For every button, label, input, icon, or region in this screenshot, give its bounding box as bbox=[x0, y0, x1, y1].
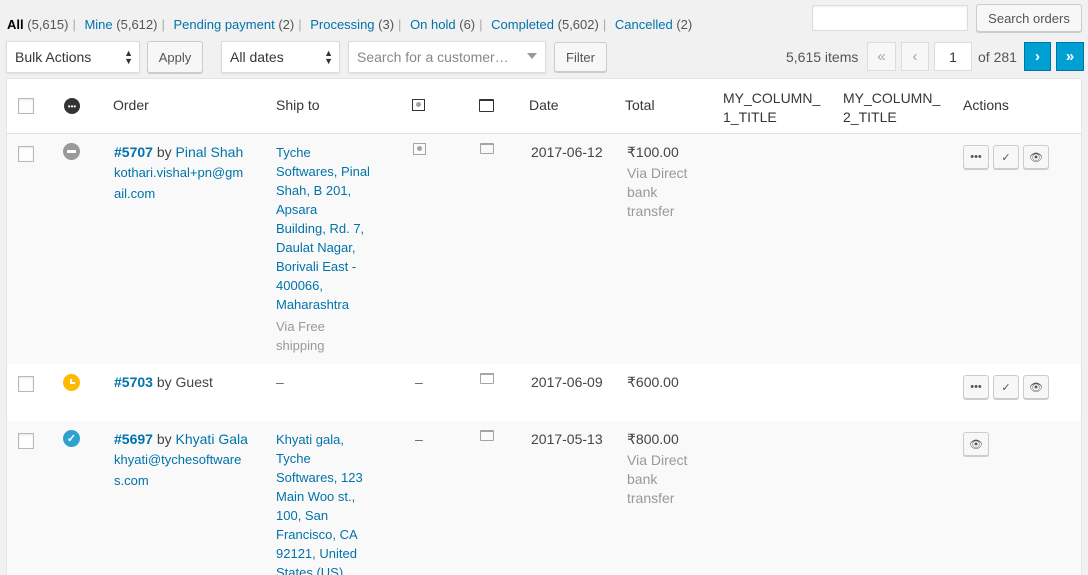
order-total: ₹600.00 bbox=[627, 374, 679, 390]
row-checkbox[interactable] bbox=[18, 376, 34, 392]
complete-action-button[interactable]: ✓ bbox=[993, 145, 1019, 169]
view-action-button[interactable]: 👁 bbox=[963, 432, 989, 456]
complete-action-button[interactable]: ✓ bbox=[993, 375, 1019, 399]
select-all-checkbox[interactable] bbox=[18, 98, 34, 114]
status-link-cancelled[interactable]: Cancelled (2) bbox=[615, 17, 692, 32]
customer-search-select[interactable]: Search for a customer… bbox=[348, 41, 546, 73]
processing-action-button[interactable]: ••• bbox=[963, 375, 989, 399]
status-link-mine[interactable]: Mine (5,612) bbox=[84, 17, 157, 32]
first-page-button[interactable]: « bbox=[867, 42, 896, 71]
order-link[interactable]: #5707 bbox=[114, 144, 153, 160]
ship-to-empty: – bbox=[276, 374, 284, 390]
status-column-icon: ••• bbox=[64, 98, 80, 114]
completed-status-icon: ✓ bbox=[63, 430, 80, 447]
table-row: #5707 by Pinal Shah kothari.vishal+pn@gm… bbox=[7, 134, 1081, 364]
column-order[interactable]: Order bbox=[113, 97, 149, 113]
status-link-on-hold[interactable]: On hold (6) bbox=[410, 17, 475, 32]
column-ship-to: Ship to bbox=[276, 97, 320, 113]
next-page-button[interactable]: › bbox=[1024, 42, 1051, 71]
prev-page-button[interactable]: ‹ bbox=[901, 42, 929, 71]
shipping-address-icon bbox=[480, 143, 494, 154]
search-orders-button[interactable]: Search orders bbox=[976, 4, 1082, 32]
shipping-column-icon bbox=[479, 99, 494, 112]
dates-value: All dates bbox=[230, 49, 284, 65]
shipping-address-icon bbox=[480, 430, 494, 441]
select-arrows-icon: ▲ ▼ bbox=[124, 48, 133, 66]
status-link-completed[interactable]: Completed (5,602) bbox=[491, 17, 599, 32]
order-date: 2017-05-13 bbox=[531, 431, 603, 447]
status-filter-links: All (5,615) | Mine (5,612) | Pending payme… bbox=[7, 17, 693, 32]
row-checkbox[interactable] bbox=[18, 146, 34, 162]
table-header: ••• Order Ship to Date Total MY_COLUMN_ 1… bbox=[7, 79, 1081, 134]
filter-button[interactable]: Filter bbox=[554, 42, 607, 72]
order-by-label: by bbox=[156, 144, 172, 160]
status-link-processing[interactable]: Processing (3) bbox=[310, 17, 394, 32]
processing-action-button[interactable]: ••• bbox=[963, 145, 989, 169]
table-row: #5703 by Guest – – 2017-06-09 ₹600.00 ••… bbox=[7, 364, 1081, 421]
table-row: ✓ #5697 by Khyati Gala khyati@tychesoftw… bbox=[7, 421, 1081, 575]
order-date: 2017-06-12 bbox=[531, 144, 603, 160]
payment-method: Via Direct bank transfer bbox=[627, 165, 688, 219]
column-total[interactable]: Total bbox=[625, 97, 655, 113]
bulk-actions-select[interactable]: Bulk Actions ▲ ▼ bbox=[6, 41, 140, 73]
current-page-input[interactable]: 1 bbox=[934, 42, 972, 71]
ship-to-address-link[interactable]: Khyati gala, Tyche Softwares, 123 Main W… bbox=[276, 432, 363, 575]
bulk-actions-value: Bulk Actions bbox=[15, 49, 92, 65]
orders-table: ••• Order Ship to Date Total MY_COLUMN_ 1… bbox=[6, 78, 1082, 575]
billing-address-icon bbox=[413, 143, 426, 155]
search-orders-input[interactable] bbox=[812, 5, 968, 31]
customer-link[interactable]: Khyati Gala bbox=[176, 431, 248, 447]
caret-down-icon bbox=[527, 53, 537, 59]
column-my-column-1: MY_COLUMN_ 1_TITLE bbox=[723, 90, 821, 125]
apply-button[interactable]: Apply bbox=[147, 41, 203, 73]
shipping-address-icon bbox=[480, 373, 494, 384]
order-date: 2017-06-09 bbox=[531, 374, 603, 390]
order-by-label: by bbox=[156, 431, 172, 447]
column-actions: Actions bbox=[963, 97, 1009, 113]
customer-link[interactable]: Pinal Shah bbox=[176, 144, 244, 160]
select-arrows-icon: ▲ ▼ bbox=[324, 48, 333, 66]
shipping-method: Via Free shipping bbox=[276, 319, 325, 353]
items-count: 5,615 items bbox=[786, 49, 859, 65]
status-link-all[interactable]: All (5,615) bbox=[7, 17, 68, 32]
view-action-button[interactable]: 👁 bbox=[1023, 145, 1049, 169]
billing-address-empty: – bbox=[415, 431, 423, 447]
customer-email[interactable]: kothari.vishal+pn@gm ail.com bbox=[114, 165, 243, 201]
payment-method: Via Direct bank transfer bbox=[627, 452, 688, 506]
cancelled-status-icon bbox=[63, 143, 80, 160]
order-link[interactable]: #5697 bbox=[114, 431, 153, 447]
dates-select[interactable]: All dates ▲ ▼ bbox=[221, 41, 340, 73]
order-total: ₹800.00 bbox=[627, 431, 679, 447]
total-pages: of 281 bbox=[978, 49, 1017, 65]
billing-column-icon bbox=[412, 99, 425, 111]
order-link[interactable]: #5703 bbox=[114, 374, 153, 390]
status-link-pending[interactable]: Pending payment (2) bbox=[174, 17, 295, 32]
last-page-button[interactable]: » bbox=[1056, 42, 1084, 71]
view-action-button[interactable]: 👁 bbox=[1023, 375, 1049, 399]
customer-guest: Guest bbox=[175, 374, 213, 390]
billing-address-empty: – bbox=[415, 374, 423, 390]
order-by-label: by bbox=[156, 374, 172, 390]
on-hold-status-icon bbox=[63, 374, 80, 391]
column-date[interactable]: Date bbox=[529, 97, 559, 113]
row-checkbox[interactable] bbox=[18, 433, 34, 449]
column-my-column-2: MY_COLUMN_ 2_TITLE bbox=[843, 90, 941, 125]
order-total: ₹100.00 bbox=[627, 144, 679, 160]
ship-to-address-link[interactable]: Tyche Softwares, Pinal Shah, B 201, Apsa… bbox=[276, 145, 370, 312]
customer-email[interactable]: khyati@tychesoftware s.com bbox=[114, 452, 241, 488]
customer-search-placeholder: Search for a customer… bbox=[357, 49, 509, 65]
